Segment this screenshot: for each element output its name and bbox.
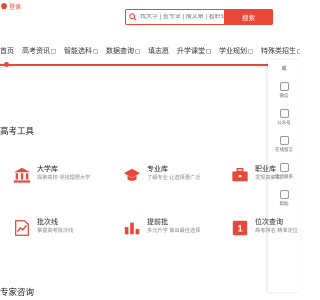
user-icon <box>1 3 7 9</box>
nav-divider <box>0 62 268 67</box>
nav-item-subject-select[interactable]: 智能选科 <box>64 46 98 56</box>
login-label: 登录 <box>9 4 22 11</box>
nav-item-volunteer[interactable]: 填志愿 <box>148 46 169 56</box>
tool-early-batch[interactable]: 提前批 多元升学 做出最佳选择 <box>122 218 200 238</box>
search-icon <box>126 10 140 24</box>
tool-name: 专业库 <box>147 166 168 173</box>
main-nav: 首页 高考资讯 智能选科 数据查询 填志愿 升学课堂 学业规划 特殊类招生 山西 <box>0 44 300 58</box>
tool-name: 位次查询 <box>255 219 283 226</box>
search-input[interactable] <box>140 14 234 20</box>
tool-desc: 多元升学 做出最佳选择 <box>147 228 201 234</box>
university-icon <box>12 165 32 185</box>
search-bar: 搜索 <box>125 9 273 25</box>
tool-name: 职业库 <box>255 166 276 173</box>
nav-item-classroom[interactable]: 升学课堂 <box>177 46 211 56</box>
tool-desc: 了解专业 让选择更广泛 <box>147 175 201 181</box>
sidebar-item-message[interactable]: 在线留言 <box>275 136 293 153</box>
svg-text:1: 1 <box>237 224 242 234</box>
tool-career[interactable]: 职业库 发现高薪职 <box>230 165 281 185</box>
message-icon <box>279 136 289 145</box>
graduation-cap-icon <box>122 165 142 185</box>
nav-item-planning[interactable]: 学业规划 <box>219 46 253 56</box>
tool-major[interactable]: 专业库 了解专业 让选择更广泛 <box>122 165 200 185</box>
qr-icon <box>279 109 289 118</box>
sidebar-item-wechat[interactable]: 微信 <box>279 82 289 99</box>
tools-section-title: 高考工具 <box>0 126 35 136</box>
help-icon <box>279 190 289 199</box>
sidebar-item-help[interactable]: 帮助 <box>279 190 289 207</box>
nav-item-special[interactable]: 特殊类招生 <box>261 46 300 56</box>
nav-item-news[interactable]: 高考资讯 <box>22 46 56 56</box>
login-link[interactable]: 登录 <box>0 0 21 12</box>
ranking-search-icon: 1 <box>230 218 250 238</box>
search-button[interactable]: 搜索 <box>224 9 273 25</box>
tool-desc: 高考排名 精准定位 <box>255 228 298 234</box>
dropdown-icon <box>248 48 253 54</box>
nav-item-home[interactable]: 首页 <box>0 46 14 56</box>
tool-rank-query[interactable]: 1 位次查询 高考排名 精准定位 <box>230 218 298 238</box>
dropdown-icon <box>51 48 56 54</box>
dropdown-icon <box>93 48 98 54</box>
tool-university[interactable]: 大学库 探索高校 寻找理想大学 <box>12 165 90 185</box>
briefcase-icon <box>230 165 250 185</box>
wechat-icon <box>279 82 289 91</box>
tool-desc: 掌握高考批次线 <box>37 228 74 234</box>
chart-icon <box>12 218 32 238</box>
tool-desc: 探索高校 寻找理想大学 <box>37 175 91 181</box>
tool-desc: 发现高薪职 <box>255 175 281 181</box>
tool-name: 大学库 <box>37 166 58 173</box>
tool-name: 批次线 <box>37 219 58 226</box>
expert-section-title: 专家咨询 <box>0 287 35 297</box>
ranking-icon <box>122 218 142 238</box>
nav-item-data-query[interactable]: 数据查询 <box>106 46 140 56</box>
sidebar-top-label: 威 <box>281 66 287 72</box>
dropdown-icon <box>297 48 300 54</box>
dropdown-icon <box>135 48 140 54</box>
sidebar-item-official-account[interactable]: 公众号 <box>277 109 291 126</box>
tool-name: 提前批 <box>147 219 168 226</box>
dropdown-icon <box>206 48 211 54</box>
tool-batch-line[interactable]: 批次线 掌握高考批次线 <box>12 218 73 238</box>
